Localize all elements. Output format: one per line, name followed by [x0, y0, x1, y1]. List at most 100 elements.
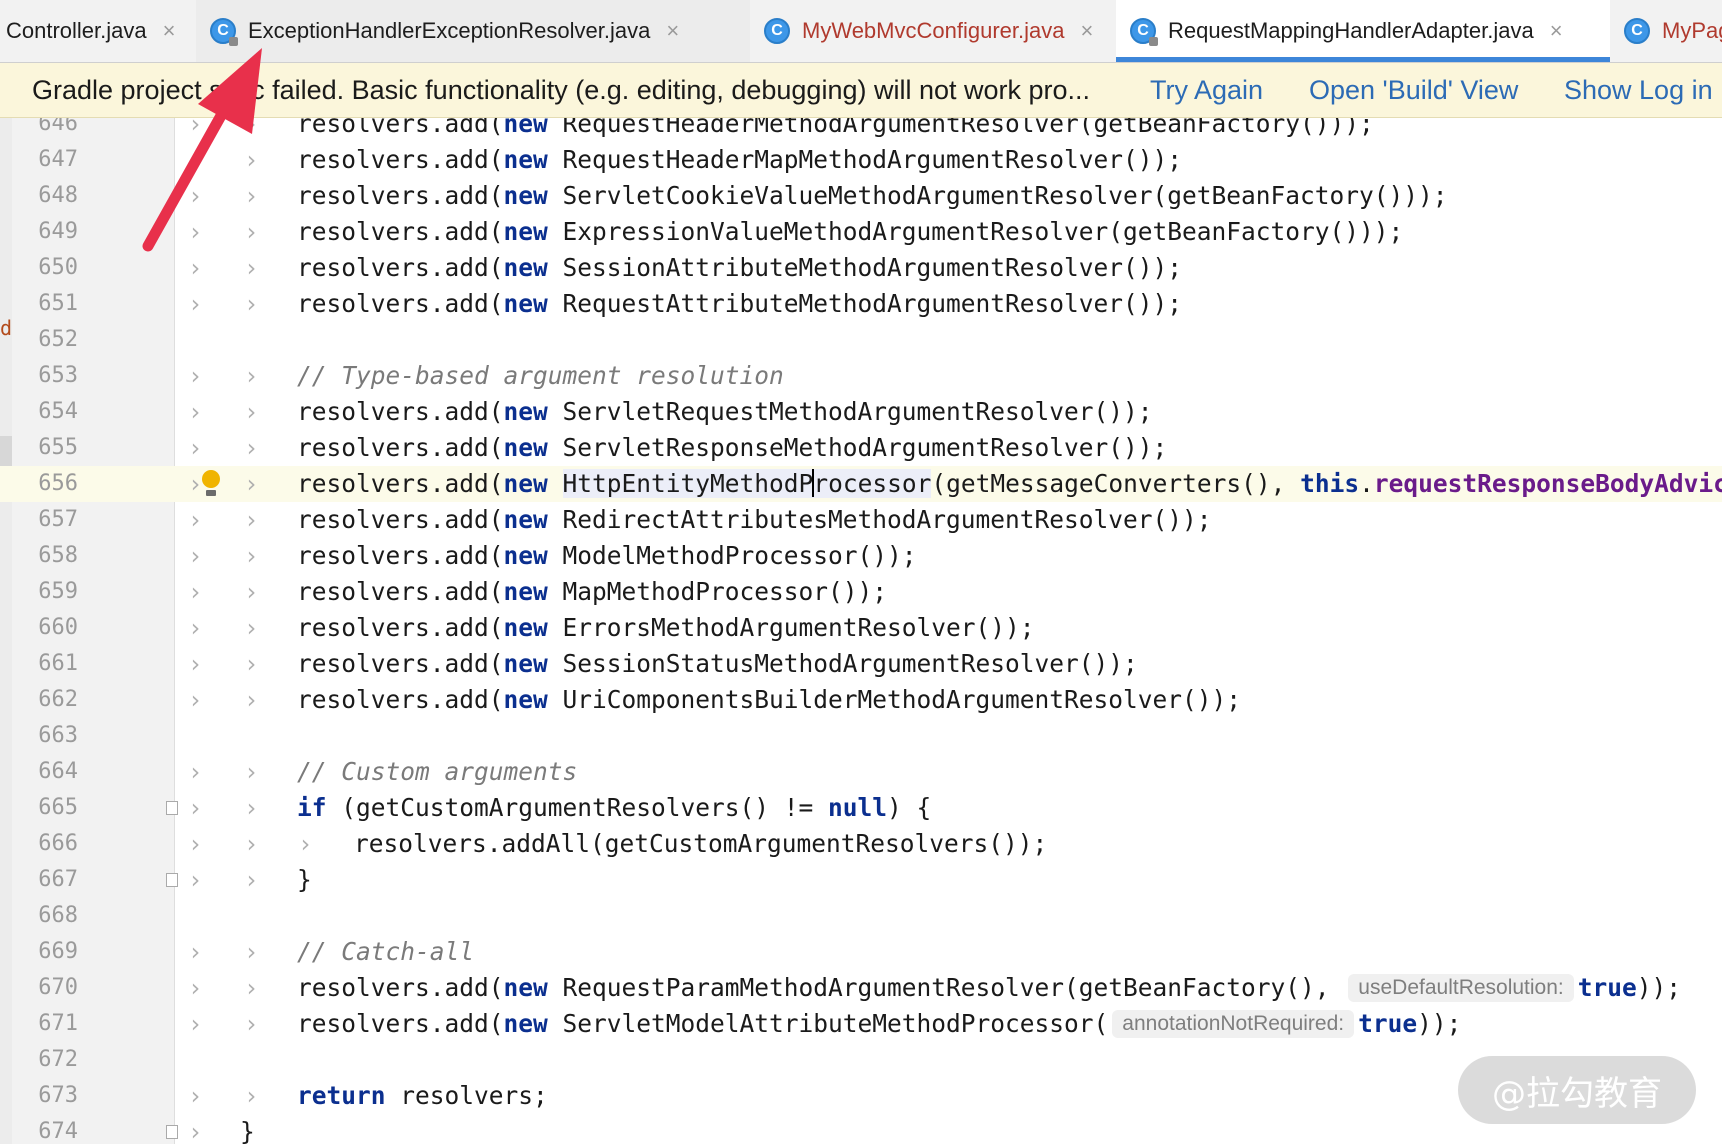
- intention-bulb-icon[interactable]: [202, 470, 220, 496]
- line-number: 659: [38, 579, 78, 604]
- indent-guide-icon: ›: [244, 830, 259, 858]
- line-number: 663: [38, 723, 78, 748]
- fold-toggle-icon[interactable]: [166, 1125, 178, 1139]
- indent-guide-icon: ›: [188, 1118, 203, 1144]
- line-number: 658: [38, 543, 78, 568]
- code-text: resolvers.add(new UriComponentsBuilderMe…: [297, 685, 1242, 714]
- code-line: 674 › }: [0, 1114, 1722, 1144]
- notification-message: Gradle project sync failed. Basic functi…: [32, 74, 1091, 105]
- code-text: resolvers.add(new ServletModelAttributeM…: [297, 1009, 1462, 1038]
- tab-exception-handler-exception-resolver[interactable]: C ExceptionHandlerExceptionResolver.java…: [196, 0, 750, 62]
- indent-guide-icon: ›: [244, 1082, 259, 1110]
- class-icon: C: [1130, 18, 1158, 46]
- gradle-sync-notification: Gradle project sync failed. Basic functi…: [0, 63, 1722, 118]
- indent-guide-icon: ›: [244, 686, 259, 714]
- class-icon: C: [764, 18, 790, 44]
- tab-my-web-mvc-configurer[interactable]: C MyWebMvcConfigurer.java ×: [750, 0, 1116, 62]
- code-text: resolvers.add(new RequestParamMethodArgu…: [297, 973, 1682, 1002]
- line-number: 669: [38, 939, 78, 964]
- class-icon: C: [1624, 18, 1650, 44]
- close-icon[interactable]: ×: [1080, 18, 1093, 44]
- indent-guide-icon: ›: [244, 578, 259, 606]
- code-text: if (getCustomArgumentResolvers() != null…: [297, 793, 932, 822]
- tab-controller[interactable]: Controller.java ×: [0, 0, 196, 62]
- indent-guide-icon: ›: [188, 182, 203, 210]
- indent-guide-icon: ›: [188, 578, 203, 606]
- fold-toggle-icon[interactable]: [166, 873, 178, 887]
- line-number: 662: [38, 687, 78, 712]
- indent-guide-icon: ›: [188, 974, 203, 1002]
- code-editor[interactable]: d. 646 › › resolvers.add(new RequestHead…: [0, 118, 1722, 1144]
- line-number: 646: [38, 118, 78, 136]
- line-number: 671: [38, 1011, 78, 1036]
- line-number: 660: [38, 615, 78, 640]
- indent-guide-icon: ›: [244, 118, 259, 138]
- indent-guide-icon: ›: [244, 758, 259, 786]
- line-number: 672: [38, 1047, 78, 1072]
- indent-guide-icon: ›: [188, 362, 203, 390]
- code-line: 661 › › resolvers.add(new SessionStatusM…: [0, 646, 1722, 682]
- code-line: 660 › › resolvers.add(new ErrorsMethodAr…: [0, 610, 1722, 646]
- code-text: resolvers.add(new ErrorsMethodArgumentRe…: [297, 613, 1035, 642]
- indent-guide-icon: ›: [188, 470, 203, 498]
- code-text: resolvers.add(new ServletResponseMethodA…: [297, 433, 1168, 462]
- code-text: return resolvers;: [297, 1081, 548, 1110]
- code-text: resolvers.add(new ExpressionValueMethodA…: [297, 217, 1404, 246]
- line-number: 665: [38, 795, 78, 820]
- line-number: 674: [38, 1119, 78, 1144]
- code-line: 665 › › if (getCustomArgumentResolvers()…: [0, 790, 1722, 826]
- code-text: resolvers.addAll(getCustomArgumentResolv…: [354, 829, 1048, 858]
- show-log-link[interactable]: Show Log in: [1564, 75, 1713, 106]
- indent-guide-icon: ›: [188, 614, 203, 642]
- parameter-hint: annotationNotRequired:: [1112, 1010, 1355, 1038]
- tab-label: Controller.java: [6, 18, 147, 43]
- code-line: 654 › › resolvers.add(new ServletRequest…: [0, 394, 1722, 430]
- line-number: 648: [38, 183, 78, 208]
- line-number: 650: [38, 255, 78, 280]
- close-icon[interactable]: ×: [163, 18, 176, 44]
- indent-guide-icon: ›: [244, 794, 259, 822]
- indent-guide-icon: ›: [188, 866, 203, 894]
- open-build-view-link[interactable]: Open 'Build' View: [1309, 75, 1518, 106]
- code-text: resolvers.add(new RequestHeaderMethodArg…: [297, 118, 1374, 138]
- indent-guide-icon: ›: [188, 542, 203, 570]
- line-number: 661: [38, 651, 78, 676]
- line-number: 666: [38, 831, 78, 856]
- indent-guide-icon: ›: [188, 758, 203, 786]
- indent-guide-icon: ›: [188, 686, 203, 714]
- code-comment: // Catch-all: [297, 937, 475, 966]
- indent-guide-icon: ›: [188, 118, 203, 138]
- indent-guide-icon: ›: [188, 506, 203, 534]
- indent-guide-icon: ›: [244, 434, 259, 462]
- tab-label: MyWebMvcConfigurer.java: [802, 18, 1065, 43]
- indent-guide-icon: ›: [188, 650, 203, 678]
- code-text: resolvers.add(new RequestAttributeMethod…: [297, 289, 1183, 318]
- line-number: 653: [38, 363, 78, 388]
- line-number: 649: [38, 219, 78, 244]
- code-line: 659 › › resolvers.add(new MapMethodProce…: [0, 574, 1722, 610]
- fold-toggle-icon[interactable]: [166, 801, 178, 815]
- tab-request-mapping-handler-adapter[interactable]: C RequestMappingHandlerAdapter.java ×: [1116, 0, 1610, 62]
- close-icon[interactable]: ×: [1550, 18, 1563, 44]
- code-line: 664 › › // Custom arguments: [0, 754, 1722, 790]
- line-number: 657: [38, 507, 78, 532]
- code-comment: // Custom arguments: [297, 757, 578, 786]
- code-text: resolvers.add(new RequestHeaderMapMethod…: [297, 145, 1183, 174]
- indent-guide-icon: ›: [244, 974, 259, 1002]
- code-line: 647 › › resolvers.add(new RequestHeaderM…: [0, 142, 1722, 178]
- indent-guide-icon: ›: [188, 434, 203, 462]
- code-line: 655 › › resolvers.add(new ServletRespons…: [0, 430, 1722, 466]
- indent-guide-icon: ›: [244, 362, 259, 390]
- indent-guide-icon: ›: [244, 398, 259, 426]
- code-line: 668: [0, 898, 1722, 934]
- indent-guide-icon: ›: [188, 218, 203, 246]
- line-number: 651: [38, 291, 78, 316]
- code-comment: // Type-based argument resolution: [297, 361, 784, 390]
- tab-my-page[interactable]: C MyPage: [1610, 0, 1722, 62]
- code-text: resolvers.add(new SessionAttributeMethod…: [297, 253, 1183, 282]
- code-line-current: 656 › › resolvers.add(new HttpEntityMeth…: [0, 466, 1722, 502]
- line-number: 670: [38, 975, 78, 1000]
- close-icon[interactable]: ×: [666, 18, 679, 44]
- indent-guide-icon: ›: [188, 830, 203, 858]
- try-again-link[interactable]: Try Again: [1150, 75, 1263, 106]
